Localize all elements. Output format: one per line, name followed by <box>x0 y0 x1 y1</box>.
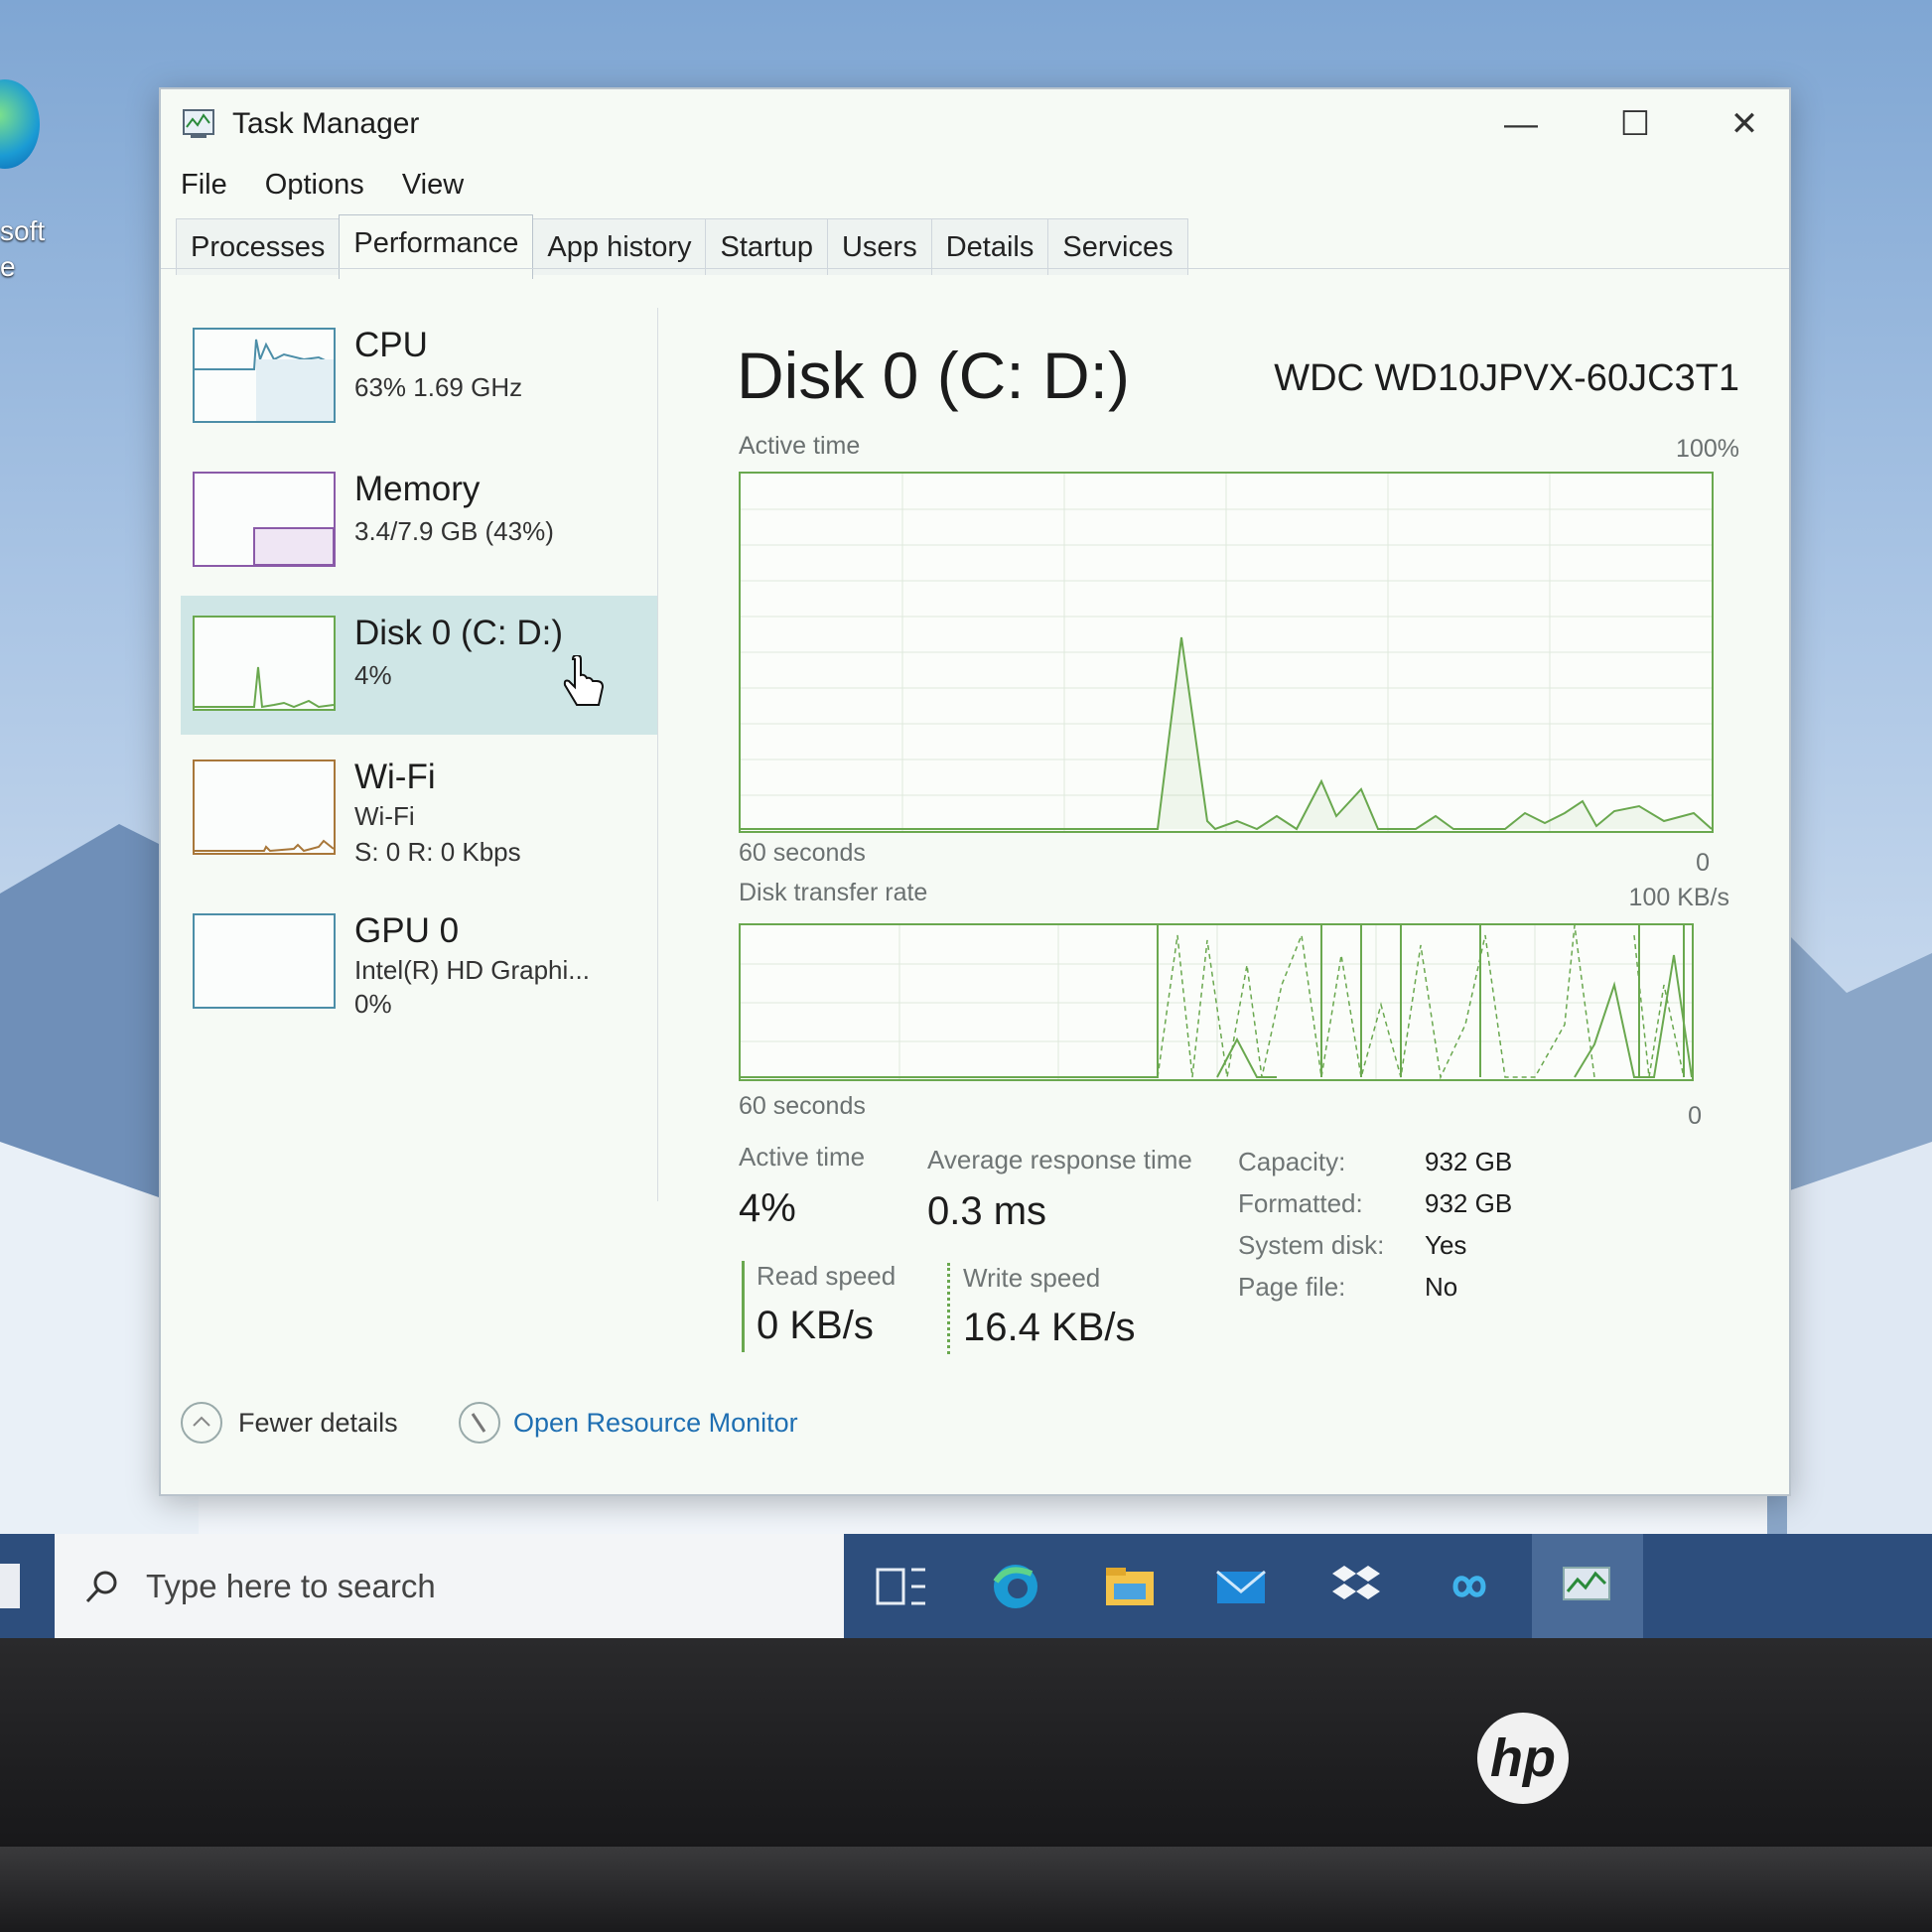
cpu-thumbnail-graph <box>193 328 336 423</box>
menu-view[interactable]: View <box>402 169 464 201</box>
taskbar-search-box[interactable]: Type here to search <box>55 1534 844 1638</box>
tab-users[interactable]: Users <box>826 218 932 275</box>
close-button[interactable]: ✕ <box>1705 99 1784 149</box>
sidebar-item-memory[interactable]: Memory 3.4/7.9 GB (43%) <box>181 452 657 591</box>
chevron-up-icon[interactable] <box>181 1402 222 1444</box>
capacity-label: Capacity: <box>1238 1147 1346 1176</box>
edge-desktop-icon[interactable] <box>0 79 40 169</box>
resource-monitor-icon <box>459 1402 500 1444</box>
task-view-icon[interactable] <box>874 1562 929 1611</box>
fewer-details-button[interactable]: Fewer details <box>238 1408 398 1439</box>
performance-sidebar: CPU 63% 1.69 GHz Memory 3.4/7.9 GB (43%)… <box>181 308 658 1201</box>
read-speed-value: 0 KB/s <box>757 1304 874 1347</box>
start-button[interactable] <box>0 1564 20 1608</box>
title-bar[interactable]: Task Manager — ☐ ✕ <box>161 89 1789 159</box>
menu-file[interactable]: File <box>181 169 227 201</box>
transfer-rate-write-lines <box>1157 925 1685 1079</box>
laptop-hinge <box>0 1847 1932 1932</box>
sidebar-item-disk-0[interactable]: Disk 0 (C: D:) 4% <box>181 596 657 735</box>
write-speed-marker <box>947 1263 950 1354</box>
task-manager-window: Task Manager — ☐ ✕ File Options View Pro… <box>159 87 1791 1496</box>
sidebar-sub-cpu: 63% 1.69 GHz <box>354 372 523 402</box>
minimize-button[interactable]: — <box>1481 99 1561 149</box>
tab-processes[interactable]: Processes <box>176 218 341 275</box>
sidebar-item-wifi[interactable]: Wi-Fi Wi-Fi S: 0 R: 0 Kbps <box>181 740 657 879</box>
tab-details[interactable]: Details <box>930 218 1049 275</box>
avg-response-label: Average response time <box>927 1145 1192 1174</box>
transfer-rate-max-label: 100 KB/s <box>1628 884 1729 911</box>
memory-thumbnail-graph <box>193 472 336 567</box>
wifi-thumbnail-graph <box>193 759 336 855</box>
desktop-icon-label: soft e <box>0 215 46 282</box>
tab-app-history[interactable]: App history <box>532 218 707 275</box>
sidebar-sub-gpu-0: Intel(R) HD Graphi... <box>354 955 590 985</box>
sidebar-sub-memory: 3.4/7.9 GB (43%) <box>354 516 554 546</box>
sidebar-sub-wifi: Wi-Fi <box>354 801 415 831</box>
task-manager-taskbar-icon <box>1563 1567 1610 1600</box>
formatted-label: Formatted: <box>1238 1188 1363 1218</box>
tab-performance[interactable]: Performance <box>339 214 534 279</box>
disk-thumbnail-graph <box>193 616 336 711</box>
sidebar-item-cpu[interactable]: CPU 63% 1.69 GHz <box>181 308 657 447</box>
active-time-min-label: 0 <box>1696 849 1710 877</box>
formatted-value: 932 GB <box>1425 1188 1513 1218</box>
disk-title: Disk 0 (C: D:) <box>737 339 1130 412</box>
sidebar-label-disk-0: Disk 0 (C: D:) <box>354 614 563 652</box>
transfer-rate-seconds-label: 60 seconds <box>739 1092 866 1120</box>
active-time-stat-label: Active time <box>739 1142 866 1172</box>
sidebar-sub2-wifi: S: 0 R: 0 Kbps <box>354 837 521 867</box>
menu-options[interactable]: Options <box>265 169 364 201</box>
tab-divider <box>161 268 1789 269</box>
page-file-value: No <box>1425 1272 1458 1302</box>
sidebar-label-memory: Memory <box>354 470 481 508</box>
maximize-button[interactable]: ☐ <box>1595 99 1675 149</box>
sidebar-label-cpu: CPU <box>354 326 428 364</box>
system-disk-label: System disk: <box>1238 1230 1385 1260</box>
avg-response-value: 0.3 ms <box>927 1189 1047 1233</box>
sidebar-item-gpu-0[interactable]: GPU 0 Intel(R) HD Graphi... 0% <box>181 894 657 1033</box>
sidebar-label-wifi: Wi-Fi <box>354 758 436 796</box>
sidebar-label-gpu-0: GPU 0 <box>354 911 460 950</box>
dropbox-icon[interactable] <box>1328 1562 1384 1611</box>
sidebar-sub-disk-0: 4% <box>354 660 392 690</box>
capacity-value: 932 GB <box>1425 1147 1513 1176</box>
task-manager-icon <box>183 109 214 138</box>
tab-bar: Processes Performance App history Startu… <box>176 214 1188 279</box>
disk-detail-panel: Disk 0 (C: D:) WDC WD10JPVX-60JC3T1 Acti… <box>697 308 1769 1354</box>
disk-model: WDC WD10JPVX-60JC3T1 <box>1274 357 1739 399</box>
search-placeholder: Type here to search <box>146 1568 436 1604</box>
tab-services[interactable]: Services <box>1047 218 1188 275</box>
file-explorer-icon[interactable] <box>1102 1562 1158 1611</box>
read-speed-marker <box>742 1261 745 1352</box>
taskbar: Type here to search <box>0 1534 1932 1638</box>
tab-startup[interactable]: Startup <box>705 218 828 275</box>
search-icon <box>85 1571 117 1603</box>
edge-browser-icon[interactable] <box>988 1562 1043 1611</box>
active-time-seconds-label: 60 seconds <box>739 839 866 867</box>
mail-icon[interactable] <box>1213 1562 1269 1611</box>
transfer-rate-min-label: 0 <box>1688 1102 1702 1130</box>
active-time-grid <box>741 474 1712 831</box>
read-speed-label: Read speed <box>757 1261 897 1291</box>
gpu-thumbnail-graph <box>193 913 336 1009</box>
transfer-rate-graph <box>739 923 1694 1081</box>
task-manager-taskbar-button[interactable] <box>1532 1534 1643 1638</box>
sidebar-sub2-gpu-0: 0% <box>354 989 392 1019</box>
write-speed-value: 16.4 KB/s <box>963 1306 1136 1349</box>
open-resource-monitor-link[interactable]: Open Resource Monitor <box>513 1408 798 1439</box>
active-time-max-label: 100% <box>1676 435 1739 463</box>
page-file-label: Page file: <box>1238 1272 1346 1302</box>
write-speed-label: Write speed <box>963 1263 1101 1293</box>
window-title: Task Manager <box>232 107 420 140</box>
active-time-graph <box>739 472 1714 833</box>
hand-cursor-icon <box>563 655 605 706</box>
active-time-stat-value: 4% <box>739 1186 796 1230</box>
active-time-graph-label: Active time <box>739 432 861 460</box>
hp-logo: hp <box>1477 1713 1569 1804</box>
footer: Fewer details Open Resource Monitor <box>181 1390 1074 1449</box>
menu-bar: File Options View <box>181 169 493 202</box>
system-disk-value: Yes <box>1425 1230 1467 1260</box>
infinity-app-icon[interactable] <box>1442 1562 1497 1611</box>
transfer-rate-graph-label: Disk transfer rate <box>739 879 928 906</box>
